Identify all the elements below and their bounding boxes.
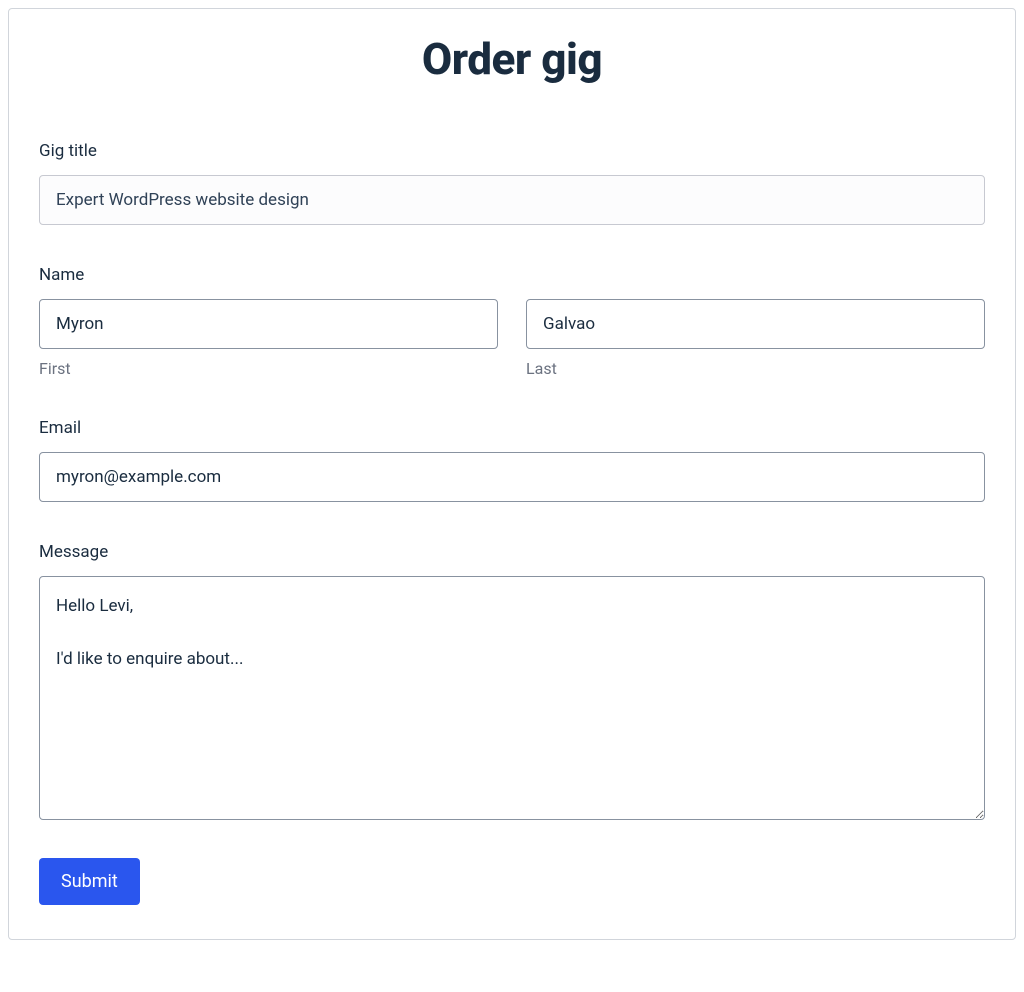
last-name-col: Last xyxy=(526,299,985,378)
email-input[interactable] xyxy=(39,452,985,502)
submit-button[interactable]: Submit xyxy=(39,858,140,905)
last-name-sublabel: Last xyxy=(526,359,985,378)
message-textarea[interactable] xyxy=(39,576,985,820)
gig-title-input[interactable] xyxy=(39,175,985,225)
gig-title-group: Gig title xyxy=(39,141,985,225)
order-gig-form: Order gig Gig title Name First Last Emai… xyxy=(8,8,1016,940)
name-label: Name xyxy=(39,265,985,285)
message-label: Message xyxy=(39,542,985,562)
name-group: Name First Last xyxy=(39,265,985,378)
gig-title-label: Gig title xyxy=(39,141,985,161)
name-row: First Last xyxy=(39,299,985,378)
email-group: Email xyxy=(39,418,985,502)
last-name-input[interactable] xyxy=(526,299,985,349)
first-name-col: First xyxy=(39,299,498,378)
first-name-sublabel: First xyxy=(39,359,498,378)
page-title: Order gig xyxy=(39,33,985,85)
message-group: Message xyxy=(39,542,985,824)
email-label: Email xyxy=(39,418,985,438)
first-name-input[interactable] xyxy=(39,299,498,349)
